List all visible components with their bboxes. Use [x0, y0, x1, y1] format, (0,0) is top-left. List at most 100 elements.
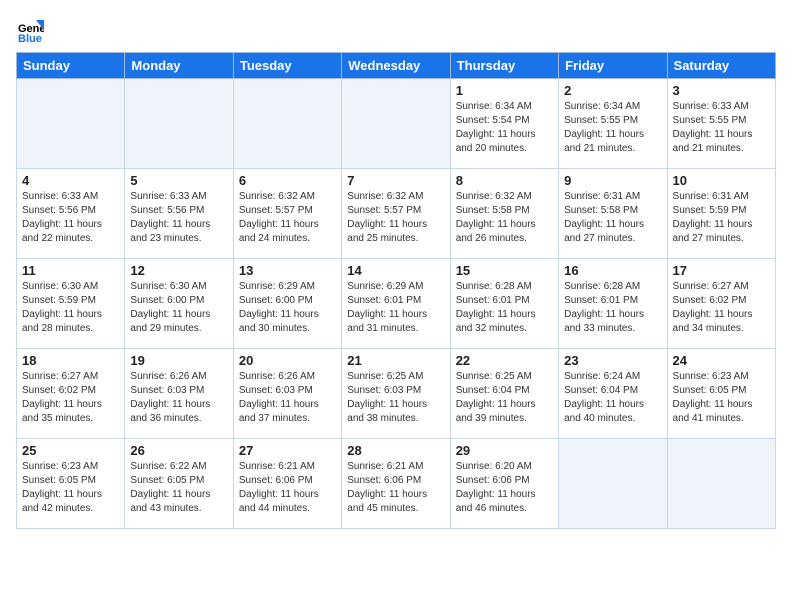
day-number: 10: [673, 173, 770, 188]
calendar-cell: 8Sunrise: 6:32 AMSunset: 5:58 PMDaylight…: [450, 169, 558, 259]
day-number: 24: [673, 353, 770, 368]
weekday-header-row: SundayMondayTuesdayWednesdayThursdayFrid…: [17, 53, 776, 79]
calendar-cell: [342, 79, 450, 169]
day-number: 14: [347, 263, 444, 278]
calendar-table: SundayMondayTuesdayWednesdayThursdayFrid…: [16, 52, 776, 529]
day-info: Sunrise: 6:28 AMSunset: 6:01 PMDaylight:…: [564, 280, 661, 336]
weekday-header-thursday: Thursday: [450, 53, 558, 79]
day-number: 4: [22, 173, 119, 188]
day-number: 21: [347, 353, 444, 368]
calendar-cell: [667, 439, 775, 529]
calendar-week-row: 1 Sunrise: 6:34 AMSunset: 5:54 PMDaylight…: [17, 79, 776, 169]
calendar-cell: 22 Sunrise: 6:25 AMSunset: 6:04 PMDayligh…: [450, 349, 558, 439]
day-number: 19: [130, 353, 227, 368]
day-number: 7: [347, 173, 444, 188]
day-number: 18: [22, 353, 119, 368]
day-number: 25: [22, 443, 119, 458]
day-number: 12: [130, 263, 227, 278]
calendar-cell: 7 Sunrise: 6:32 AMSunset: 5:57 PMDaylight…: [342, 169, 450, 259]
day-number: 16: [564, 263, 661, 278]
day-number: 27: [239, 443, 336, 458]
calendar-cell: 21 Sunrise: 6:25 AMSunset: 6:03 PMDayligh…: [342, 349, 450, 439]
logo: General Blue: [16, 16, 48, 44]
day-number: 13: [239, 263, 336, 278]
calendar-cell: 16 Sunrise: 6:28 AMSunset: 6:01 PMDayligh…: [559, 259, 667, 349]
calendar-cell: [233, 79, 341, 169]
day-number: 6: [239, 173, 336, 188]
calendar-cell: 28 Sunrise: 6:21 AMSunset: 6:06 PMDayligh…: [342, 439, 450, 529]
calendar-cell: [559, 439, 667, 529]
calendar-cell: 26 Sunrise: 6:22 AMSunset: 6:05 PMDayligh…: [125, 439, 233, 529]
day-info: Sunrise: 6:29 AMSunset: 6:00 PMDaylight:…: [239, 280, 336, 336]
weekday-header-tuesday: Tuesday: [233, 53, 341, 79]
day-number: 8: [456, 173, 553, 188]
calendar-cell: 17 Sunrise: 6:27 AMSunset: 6:02 PMDayligh…: [667, 259, 775, 349]
day-info: Sunrise: 6:27 AMSunset: 6:02 PMDaylight:…: [673, 280, 770, 336]
day-info: Sunrise: 6:23 AMSunset: 6:05 PMDaylight:…: [22, 460, 119, 516]
calendar-cell: 27 Sunrise: 6:21 AMSunset: 6:06 PMDayligh…: [233, 439, 341, 529]
day-number: 15: [456, 263, 553, 278]
day-info: Sunrise: 6:30 AMSunset: 5:59 PMDaylight:…: [22, 280, 119, 336]
calendar-cell: 15 Sunrise: 6:28 AMSunset: 6:01 PMDayligh…: [450, 259, 558, 349]
day-info: Sunrise: 6:33 AMSunset: 5:55 PMDaylight:…: [673, 100, 770, 156]
day-number: 3: [673, 83, 770, 98]
day-number: 2: [564, 83, 661, 98]
calendar-cell: 10 Sunrise: 6:31 AMSunset: 5:59 PMDayligh…: [667, 169, 775, 259]
calendar-cell: 25 Sunrise: 6:23 AMSunset: 6:05 PMDayligh…: [17, 439, 125, 529]
day-number: 29: [456, 443, 553, 458]
day-info: Sunrise: 6:32 AMSunset: 5:57 PMDaylight:…: [239, 190, 336, 246]
page-header: General Blue: [16, 16, 776, 44]
calendar-cell: 19Sunrise: 6:26 AMSunset: 6:03 PMDayligh…: [125, 349, 233, 439]
weekday-header-saturday: Saturday: [667, 53, 775, 79]
day-number: 17: [673, 263, 770, 278]
weekday-header-wednesday: Wednesday: [342, 53, 450, 79]
calendar-cell: [17, 79, 125, 169]
day-info: Sunrise: 6:30 AMSunset: 6:00 PMDaylight:…: [130, 280, 227, 336]
calendar-cell: 2 Sunrise: 6:34 AMSunset: 5:55 PMDaylight…: [559, 79, 667, 169]
calendar-week-row: 4 Sunrise: 6:33 AMSunset: 5:56 PMDaylight…: [17, 169, 776, 259]
calendar-cell: 23Sunrise: 6:24 AMSunset: 6:04 PMDayligh…: [559, 349, 667, 439]
day-info: Sunrise: 6:33 AMSunset: 5:56 PMDaylight:…: [22, 190, 119, 246]
day-number: 1: [456, 83, 553, 98]
day-number: 23: [564, 353, 661, 368]
day-info: Sunrise: 6:27 AMSunset: 6:02 PMDaylight:…: [22, 370, 119, 426]
calendar-cell: 9Sunrise: 6:31 AMSunset: 5:58 PMDaylight…: [559, 169, 667, 259]
day-info: Sunrise: 6:23 AMSunset: 6:05 PMDaylight:…: [673, 370, 770, 426]
day-info: Sunrise: 6:31 AMSunset: 5:59 PMDaylight:…: [673, 190, 770, 246]
calendar-cell: 14 Sunrise: 6:29 AMSunset: 6:01 PMDayligh…: [342, 259, 450, 349]
day-info: Sunrise: 6:33 AMSunset: 5:56 PMDaylight:…: [130, 190, 227, 246]
weekday-header-friday: Friday: [559, 53, 667, 79]
day-number: 22: [456, 353, 553, 368]
day-info: Sunrise: 6:25 AMSunset: 6:04 PMDaylight:…: [456, 370, 553, 426]
day-info: Sunrise: 6:21 AMSunset: 6:06 PMDaylight:…: [347, 460, 444, 516]
day-info: Sunrise: 6:34 AMSunset: 5:55 PMDaylight:…: [564, 100, 661, 156]
day-info: Sunrise: 6:22 AMSunset: 6:05 PMDaylight:…: [130, 460, 227, 516]
calendar-week-row: 25 Sunrise: 6:23 AMSunset: 6:05 PMDayligh…: [17, 439, 776, 529]
day-info: Sunrise: 6:32 AMSunset: 5:57 PMDaylight:…: [347, 190, 444, 246]
logo-icon: General Blue: [16, 16, 44, 44]
calendar-cell: 12 Sunrise: 6:30 AMSunset: 6:00 PMDayligh…: [125, 259, 233, 349]
calendar-cell: 20 Sunrise: 6:26 AMSunset: 6:03 PMDayligh…: [233, 349, 341, 439]
calendar-cell: 4 Sunrise: 6:33 AMSunset: 5:56 PMDaylight…: [17, 169, 125, 259]
day-number: 5: [130, 173, 227, 188]
day-info: Sunrise: 6:26 AMSunset: 6:03 PMDaylight:…: [239, 370, 336, 426]
day-info: Sunrise: 6:34 AMSunset: 5:54 PMDaylight:…: [456, 100, 553, 156]
calendar-cell: 13 Sunrise: 6:29 AMSunset: 6:00 PMDayligh…: [233, 259, 341, 349]
day-info: Sunrise: 6:28 AMSunset: 6:01 PMDaylight:…: [456, 280, 553, 336]
calendar-week-row: 18 Sunrise: 6:27 AMSunset: 6:02 PMDayligh…: [17, 349, 776, 439]
calendar-week-row: 11Sunrise: 6:30 AMSunset: 5:59 PMDayligh…: [17, 259, 776, 349]
day-number: 20: [239, 353, 336, 368]
day-info: Sunrise: 6:21 AMSunset: 6:06 PMDaylight:…: [239, 460, 336, 516]
weekday-header-sunday: Sunday: [17, 53, 125, 79]
calendar-cell: 18 Sunrise: 6:27 AMSunset: 6:02 PMDayligh…: [17, 349, 125, 439]
day-info: Sunrise: 6:25 AMSunset: 6:03 PMDaylight:…: [347, 370, 444, 426]
weekday-header-monday: Monday: [125, 53, 233, 79]
calendar-cell: 24 Sunrise: 6:23 AMSunset: 6:05 PMDayligh…: [667, 349, 775, 439]
day-number: 9: [564, 173, 661, 188]
calendar-cell: 1 Sunrise: 6:34 AMSunset: 5:54 PMDaylight…: [450, 79, 558, 169]
day-number: 26: [130, 443, 227, 458]
calendar-cell: 3 Sunrise: 6:33 AMSunset: 5:55 PMDaylight…: [667, 79, 775, 169]
day-info: Sunrise: 6:29 AMSunset: 6:01 PMDaylight:…: [347, 280, 444, 336]
day-number: 28: [347, 443, 444, 458]
calendar-cell: [125, 79, 233, 169]
